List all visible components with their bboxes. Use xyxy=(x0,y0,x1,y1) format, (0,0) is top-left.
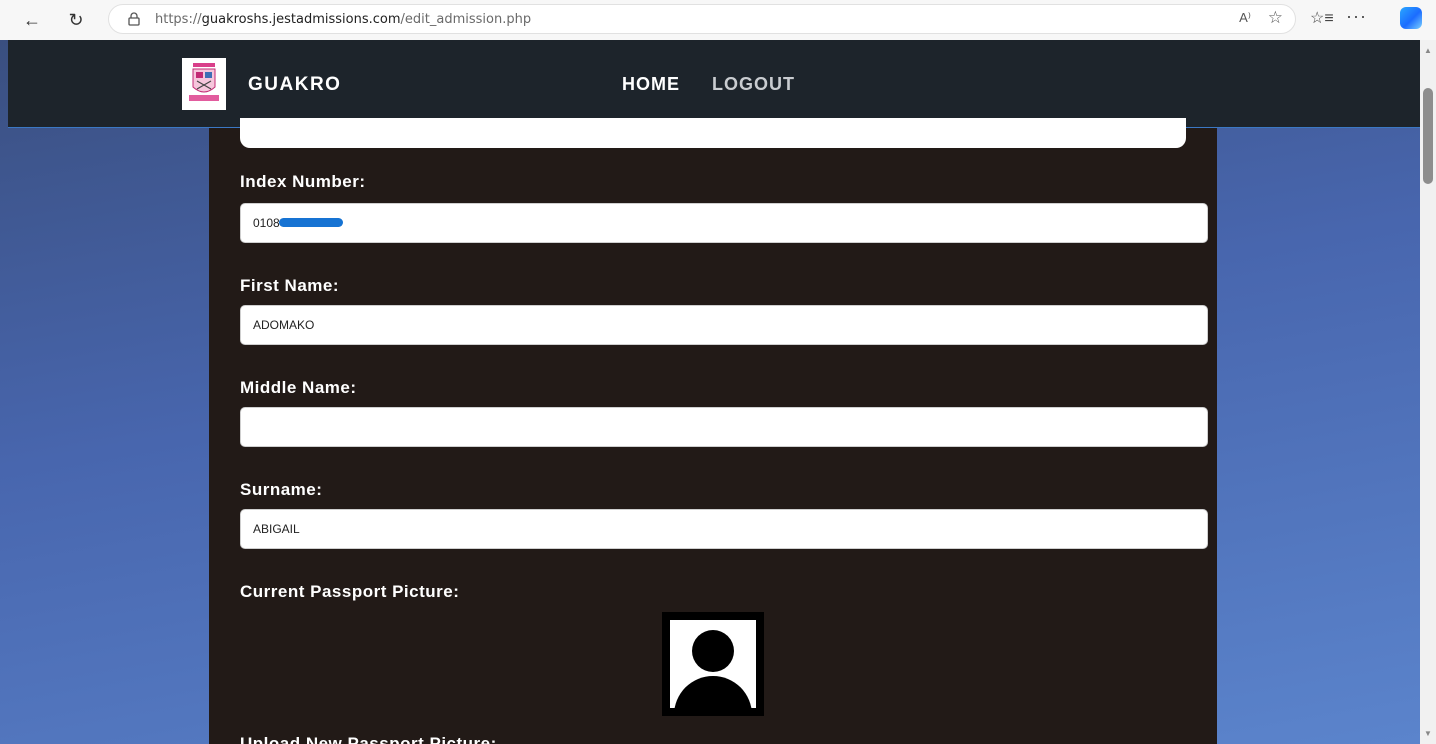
address-bar[interactable]: https://guakroshs.jestadmissions.com/edi… xyxy=(108,4,1296,34)
url-host: guakroshs.jestadmissions.com xyxy=(201,11,401,27)
nav-logout-link[interactable]: LOGOUT xyxy=(712,74,795,95)
index-number-input[interactable] xyxy=(240,203,1208,243)
browser-toolbar: ← ↻ https://guakroshs.jestadmissions.com… xyxy=(0,0,1436,40)
read-aloud-icon[interactable]: A⁾ xyxy=(1239,10,1251,26)
url-prefix: https:// xyxy=(155,11,202,27)
first-name-input[interactable] xyxy=(240,305,1208,345)
scrollbar-thumb[interactable] xyxy=(1423,88,1433,184)
copilot-icon[interactable] xyxy=(1400,7,1422,29)
page-scrollbar[interactable]: ▲ ▼ xyxy=(1420,40,1436,744)
lock-icon[interactable] xyxy=(127,11,141,27)
url-path: /edit_admission.php xyxy=(400,11,532,27)
index-number-label: Index Number: xyxy=(240,172,366,191)
page-viewport: GUAKRO HOME LOGOUT Index Number: First N… xyxy=(0,40,1420,744)
back-arrow-icon[interactable]: ← xyxy=(20,8,44,32)
site-brand[interactable]: GUAKRO xyxy=(248,74,341,96)
upload-passport-label: Upload New Passport Picture: xyxy=(240,734,497,744)
main-nav: HOME LOGOUT xyxy=(622,74,795,95)
nav-home-link[interactable]: HOME xyxy=(622,74,680,95)
scroll-up-arrow-icon[interactable]: ▲ xyxy=(1424,46,1432,55)
middle-name-input[interactable] xyxy=(240,407,1208,447)
favorites-list-icon[interactable]: ☆≡ xyxy=(1310,8,1334,28)
surname-label: Surname: xyxy=(240,480,323,499)
site-header: GUAKRO HOME LOGOUT xyxy=(8,40,1420,128)
more-options-icon[interactable]: ··· xyxy=(1346,6,1367,27)
redaction-mark xyxy=(279,218,343,227)
favorite-star-icon[interactable]: ☆ xyxy=(1268,8,1283,28)
surname-input[interactable] xyxy=(240,509,1208,549)
url-text[interactable]: https://guakroshs.jestadmissions.com/edi… xyxy=(155,12,531,27)
passport-picture-avatar-icon xyxy=(662,612,764,716)
scroll-down-arrow-icon[interactable]: ▼ xyxy=(1424,729,1432,738)
middle-name-label: Middle Name: xyxy=(240,378,357,397)
edit-admission-form: Index Number: First Name: Middle Name: S… xyxy=(209,118,1217,744)
first-name-label: First Name: xyxy=(240,276,340,295)
current-passport-label: Current Passport Picture: xyxy=(240,582,460,601)
school-logo[interactable] xyxy=(182,58,226,110)
previous-field-input[interactable] xyxy=(240,118,1186,148)
reload-icon[interactable]: ↻ xyxy=(64,8,88,32)
